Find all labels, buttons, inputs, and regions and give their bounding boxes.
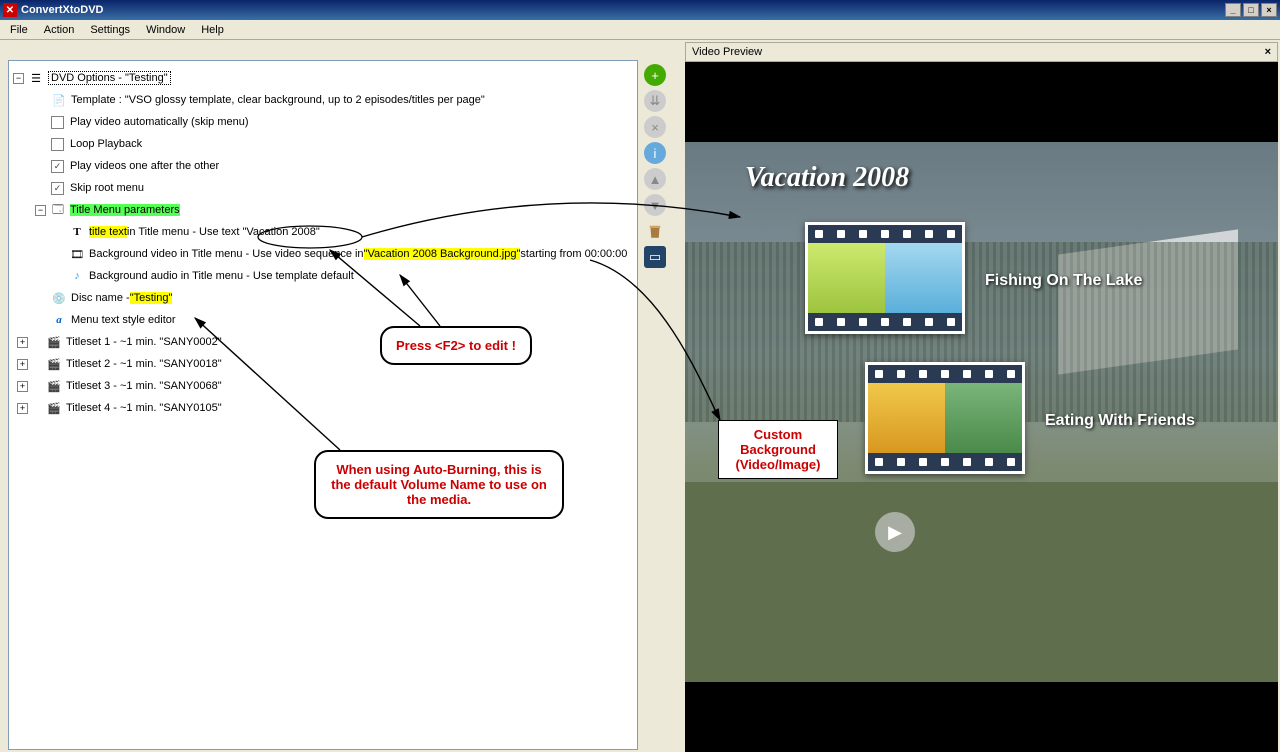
info-button[interactable]: i [644,142,666,164]
loop-label: Loop Playback [70,138,142,150]
template-icon: 📄 [51,92,67,108]
tree-titlemenu[interactable]: − 🗔 Title Menu parameters [13,199,633,221]
tree-ts3[interactable]: + 🎬 Titleset 3 - ~1 min. "SANY0068" [13,375,633,397]
titleset-icon: 🎬 [46,378,62,394]
tree-titletext[interactable]: T title text in Title menu - Use text "V… [13,221,633,243]
tree-bgvideo[interactable]: 🎞 Background video in Title menu - Use v… [13,243,633,265]
titleset-icon: 🎬 [46,334,62,350]
episode-label-1: Fishing On The Lake [985,272,1142,290]
bgvideo-post: starting from 00:00:00 [520,248,627,260]
menu-title: Vacation 2008 [745,162,909,194]
menu-settings[interactable]: Settings [82,22,138,38]
titleset-icon: 🎬 [46,400,62,416]
tree-ts4[interactable]: + 🎬 Titleset 4 - ~1 min. "SANY0105" [13,397,633,419]
add-button[interactable]: + [644,64,666,86]
move-up-button[interactable]: ▲ [644,168,666,190]
expand-icon[interactable]: + [17,359,28,370]
ts4-label: Titleset 4 - ~1 min. "SANY0105" [66,402,222,414]
maximize-button[interactable]: □ [1243,3,1259,17]
menu-file[interactable]: File [2,22,36,38]
titletext-hl: title text [89,226,127,238]
preview-toggle-button[interactable]: ▭ [644,246,666,268]
minimize-button[interactable]: _ [1225,3,1241,17]
tree-template[interactable]: 📄 Template : "VSO glossy template, clear… [13,89,633,111]
ts2-label: Titleset 2 - ~1 min. "SANY0018" [66,358,222,370]
episode-thumb-1[interactable] [805,222,965,334]
collapse-icon[interactable]: − [35,205,46,216]
menu-window[interactable]: Window [138,22,193,38]
expand-icon[interactable]: + [17,337,28,348]
tree-bgaudio[interactable]: ♪ Background audio in Title menu - Use t… [13,265,633,287]
menu-help[interactable]: Help [193,22,232,38]
bgvideo-hl: "Vacation 2008 Background.jpg" [364,248,521,260]
menu-icon: 🗔 [50,202,66,218]
checkbox-unchecked[interactable] [51,138,64,151]
preview-title: Video Preview [692,46,762,58]
tree-root[interactable]: − ☰ DVD Options - "Testing" [13,67,633,89]
menu-action[interactable]: Action [36,22,83,38]
merge-button[interactable]: ⇊ [644,90,666,112]
close-button[interactable]: × [1261,3,1277,17]
tree-oneafter[interactable]: ✓ Play videos one after the other [13,155,633,177]
ts1-label: Titleset 1 - ~1 min. "SANY0002" [66,336,222,348]
disc-hl: "Testing" [130,292,173,304]
tree-skiproot[interactable]: ✓ Skip root menu [13,177,633,199]
film-icon: 🎞 [69,246,85,262]
bgaudio-label: Background audio in Title menu - Use tem… [89,270,354,282]
options-icon: ☰ [28,70,44,86]
expand-icon[interactable]: + [17,381,28,392]
app-icon: ✕ [3,3,17,17]
preview-body: Vacation 2008 Fishing On The Lake Eating… [685,62,1278,752]
style-icon: a [51,312,67,328]
expand-icon[interactable]: + [17,403,28,414]
disc-pre: Disc name - [71,292,130,304]
tree-style[interactable]: a Menu text style editor [13,309,633,331]
callout-edit: Press <F2> to edit ! [380,326,532,365]
template-label: Template : "VSO glossy template, clear b… [71,94,485,106]
window-title: ConvertXtoDVD [21,4,104,16]
ts3-label: Titleset 3 - ~1 min. "SANY0068" [66,380,222,392]
titleset-icon: 🎬 [46,356,62,372]
disc-icon: 💿 [51,290,67,306]
tree-loop[interactable]: Loop Playback [13,133,633,155]
skiproot-label: Skip root menu [70,182,144,194]
preview-close-button[interactable]: × [1265,46,1271,58]
playauto-label: Play video automatically (skip menu) [70,116,249,128]
trash-button[interactable] [644,220,666,242]
checkbox-unchecked[interactable] [51,116,64,129]
tree-ts2[interactable]: + 🎬 Titleset 2 - ~1 min. "SANY0018" [13,353,633,375]
move-down-button[interactable]: ▼ [644,194,666,216]
collapse-icon[interactable]: − [13,73,24,84]
callout-custom: Custom Background (Video/Image) [718,420,838,479]
root-label: DVD Options - "Testing" [48,71,171,85]
checkbox-checked[interactable]: ✓ [51,182,64,195]
callout-volume: When using Auto-Burning, this is the def… [314,450,564,519]
music-icon: ♪ [69,268,85,284]
preview-header: Video Preview × [685,42,1278,62]
oneafter-label: Play videos one after the other [70,160,219,172]
play-button[interactable]: ▶ [875,512,915,552]
checkbox-checked[interactable]: ✓ [51,160,64,173]
window-titlebar: ✕ ConvertXtoDVD _ □ × [0,0,1280,20]
titletext-mid: in Title menu - Use text "Vacation 2008" [127,226,320,238]
tree-disc[interactable]: 💿 Disc name - "Testing" [13,287,633,309]
episode-thumb-2[interactable] [865,362,1025,474]
tree-playauto[interactable]: Play video automatically (skip menu) [13,111,633,133]
titlemenu-label: Title Menu parameters [70,204,180,216]
menu-bar: File Action Settings Window Help [0,20,1280,40]
tree-ts1[interactable]: + 🎬 Titleset 1 - ~1 min. "SANY0002" [13,331,633,353]
remove-button[interactable]: × [644,116,666,138]
text-icon: T [69,224,85,240]
side-toolbar: + ⇊ × i ▲ ▼ ▭ [640,62,670,272]
style-label: Menu text style editor [71,314,176,326]
bgvideo-pre: Background video in Title menu - Use vid… [89,248,364,260]
episode-label-2: Eating With Friends [1045,412,1195,430]
tree-panel: − ☰ DVD Options - "Testing" 📄 Template :… [8,60,638,750]
